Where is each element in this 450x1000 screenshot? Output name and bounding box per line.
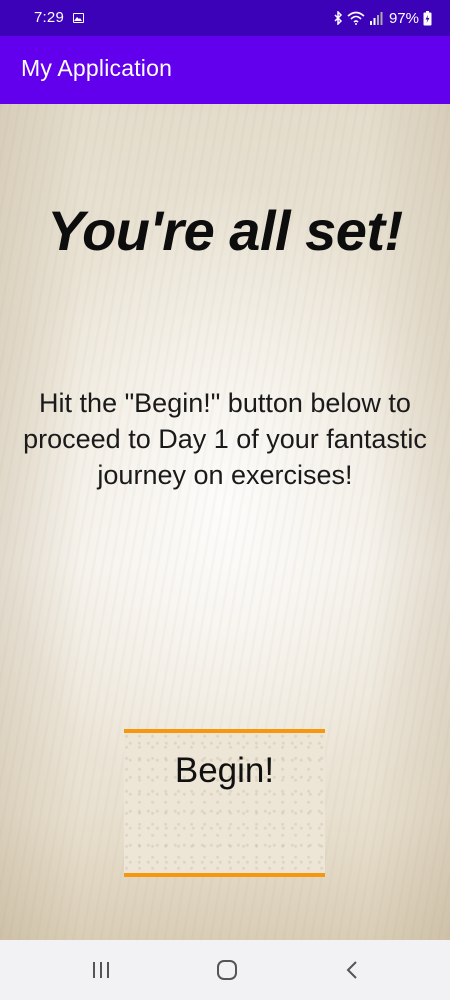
status-bar: 7:29 97%	[0, 0, 450, 36]
signal-icon	[369, 12, 383, 25]
bluetooth-icon	[334, 11, 343, 25]
home-icon[interactable]	[215, 958, 239, 982]
begin-button-label: Begin!	[174, 751, 275, 790]
wifi-icon	[347, 11, 365, 25]
screen: 7:29 97% My Application You're all set! …	[0, 0, 450, 1000]
page-heading: You're all set!	[47, 199, 403, 262]
battery-icon	[423, 10, 432, 25]
status-time: 7:29	[34, 9, 64, 26]
begin-button[interactable]: Begin!	[124, 729, 325, 877]
instructions-text: Hit the "Begin!" button below to proceed…	[23, 388, 427, 490]
recent-apps-icon[interactable]	[89, 958, 113, 982]
battery-percent: 97%	[388, 9, 419, 27]
system-nav-bar	[0, 940, 450, 1000]
image-notification-icon	[73, 13, 84, 23]
status-icons: 97%	[333, 8, 432, 28]
main-content: You're all set! Hit the "Begin!" button …	[0, 104, 450, 940]
app-bar: My Application	[0, 36, 450, 104]
app-title: My Application	[21, 55, 173, 81]
back-icon[interactable]	[341, 958, 365, 982]
